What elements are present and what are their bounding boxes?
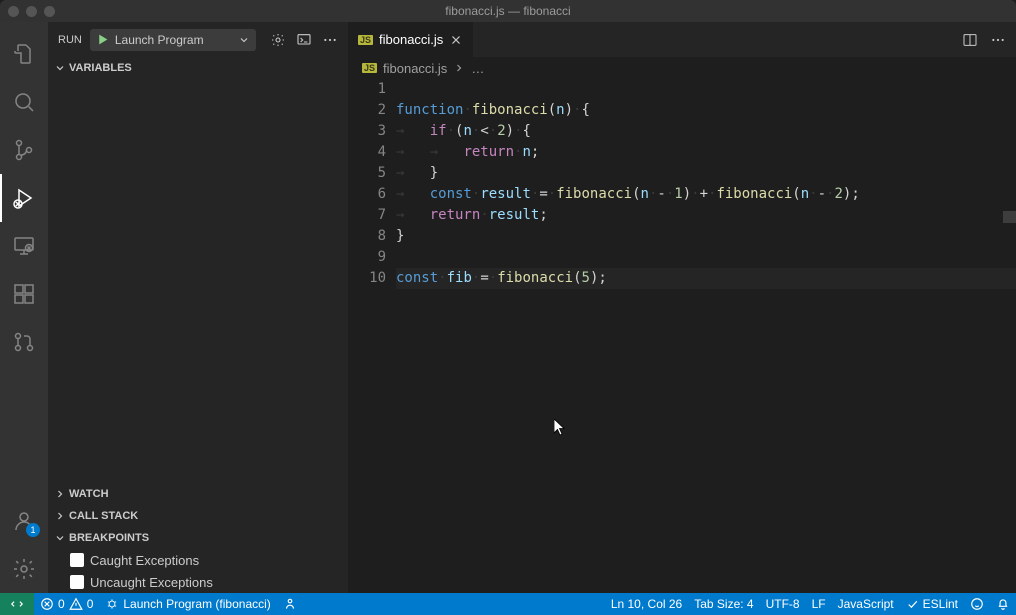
github-pr-icon[interactable] xyxy=(0,318,48,366)
feedback-icon[interactable] xyxy=(964,593,990,615)
callstack-section-header[interactable]: CALL STACK xyxy=(48,505,348,527)
language-label: JavaScript xyxy=(838,597,894,611)
remote-indicator[interactable] xyxy=(0,593,34,615)
more-icon[interactable] xyxy=(990,32,1006,48)
encoding-label: UTF-8 xyxy=(766,597,800,611)
error-count: 0 xyxy=(58,597,65,611)
accounts-icon[interactable]: 1 xyxy=(0,497,48,545)
breadcrumb-file: fibonacci.js xyxy=(383,61,447,76)
chevron-right-icon xyxy=(453,62,465,74)
checkbox[interactable] xyxy=(70,575,84,589)
breakpoints-label: BREAKPOINTS xyxy=(69,532,149,544)
tab-size-status[interactable]: Tab Size: 4 xyxy=(688,593,759,615)
scrollbar-marker xyxy=(1003,211,1016,223)
launch-config-label: Launch Program (fibonacci) xyxy=(123,597,270,611)
line-number-gutter: 12345678910 xyxy=(348,79,396,593)
settings-gear-icon[interactable] xyxy=(0,545,48,593)
code-content[interactable]: function·fibonacci(n)·{→ if·(n·<·2)·{→ →… xyxy=(396,79,1016,593)
accounts-badge: 1 xyxy=(26,523,40,537)
close-window-button[interactable] xyxy=(8,6,19,17)
remote-explorer-icon[interactable] xyxy=(0,222,48,270)
breadcrumbs[interactable]: JS fibonacci.js … xyxy=(348,57,1016,79)
editor-area: JS fibonacci.js JS fibonacci.js … xyxy=(348,22,1016,593)
config-name: Launch Program xyxy=(115,33,232,47)
activity-bar: 1 xyxy=(0,22,48,593)
breakpoint-item[interactable]: Caught Exceptions xyxy=(48,549,348,571)
debug-config-selector[interactable]: Launch Program xyxy=(90,29,256,51)
split-editor-icon[interactable] xyxy=(962,32,978,48)
search-icon[interactable] xyxy=(0,78,48,126)
gear-icon[interactable] xyxy=(270,32,286,48)
problems-status[interactable]: 0 0 xyxy=(34,593,99,615)
callstack-label: CALL STACK xyxy=(69,510,138,522)
variables-body xyxy=(48,79,348,483)
zoom-window-button[interactable] xyxy=(44,6,55,17)
explorer-icon[interactable] xyxy=(0,30,48,78)
source-control-icon[interactable] xyxy=(0,126,48,174)
eslint-status[interactable]: ESLint xyxy=(900,593,964,615)
close-icon[interactable] xyxy=(449,33,463,47)
editor-tabs: JS fibonacci.js xyxy=(348,22,1016,57)
cursor-position-status[interactable]: Ln 10, Col 26 xyxy=(605,593,688,615)
eslint-label: ESLint xyxy=(923,597,958,611)
mouse-cursor xyxy=(554,419,566,437)
tab-fibonacci[interactable]: JS fibonacci.js xyxy=(348,22,474,57)
cursor-label: Ln 10, Col 26 xyxy=(611,597,682,611)
traffic-lights xyxy=(8,6,55,17)
live-share-status[interactable] xyxy=(277,593,303,615)
tabsize-label: Tab Size: 4 xyxy=(694,597,753,611)
extensions-icon[interactable] xyxy=(0,270,48,318)
run-debug-icon[interactable] xyxy=(0,174,48,222)
statusbar: 0 0 Launch Program (fibonacci) Ln 10, Co… xyxy=(0,593,1016,615)
tab-filename: fibonacci.js xyxy=(379,32,443,47)
eol-status[interactable]: LF xyxy=(806,593,832,615)
breakpoints-section-header[interactable]: BREAKPOINTS xyxy=(48,527,348,549)
notifications-icon[interactable] xyxy=(990,593,1016,615)
watch-label: WATCH xyxy=(69,488,109,500)
warning-count: 0 xyxy=(87,597,94,611)
debug-launch-status[interactable]: Launch Program (fibonacci) xyxy=(99,593,276,615)
encoding-status[interactable]: UTF-8 xyxy=(760,593,806,615)
run-label: RUN xyxy=(58,34,82,46)
minimize-window-button[interactable] xyxy=(26,6,37,17)
more-icon[interactable] xyxy=(322,32,338,48)
editor-body[interactable]: 12345678910 function·fibonacci(n)·{→ if·… xyxy=(348,79,1016,593)
breakpoint-item[interactable]: Uncaught Exceptions xyxy=(48,571,348,593)
debug-console-icon[interactable] xyxy=(296,32,312,48)
js-icon: JS xyxy=(358,35,373,45)
run-and-debug-sidebar: RUN Launch Program xyxy=(48,22,348,593)
variables-section-header[interactable]: VARIABLES xyxy=(48,57,348,79)
window-title: fibonacci.js — fibonacci xyxy=(445,4,570,18)
checkbox[interactable] xyxy=(70,553,84,567)
play-icon[interactable] xyxy=(96,33,109,46)
breadcrumb-symbol: … xyxy=(471,61,484,76)
chevron-down-icon xyxy=(238,34,250,46)
titlebar: fibonacci.js — fibonacci xyxy=(0,0,1016,22)
language-mode-status[interactable]: JavaScript xyxy=(832,593,900,615)
variables-label: VARIABLES xyxy=(69,62,132,74)
breakpoint-label: Caught Exceptions xyxy=(90,553,199,568)
watch-section-header[interactable]: WATCH xyxy=(48,483,348,505)
run-header: RUN Launch Program xyxy=(48,22,348,57)
js-icon: JS xyxy=(362,63,377,73)
breakpoint-label: Uncaught Exceptions xyxy=(90,575,213,590)
eol-label: LF xyxy=(812,597,826,611)
